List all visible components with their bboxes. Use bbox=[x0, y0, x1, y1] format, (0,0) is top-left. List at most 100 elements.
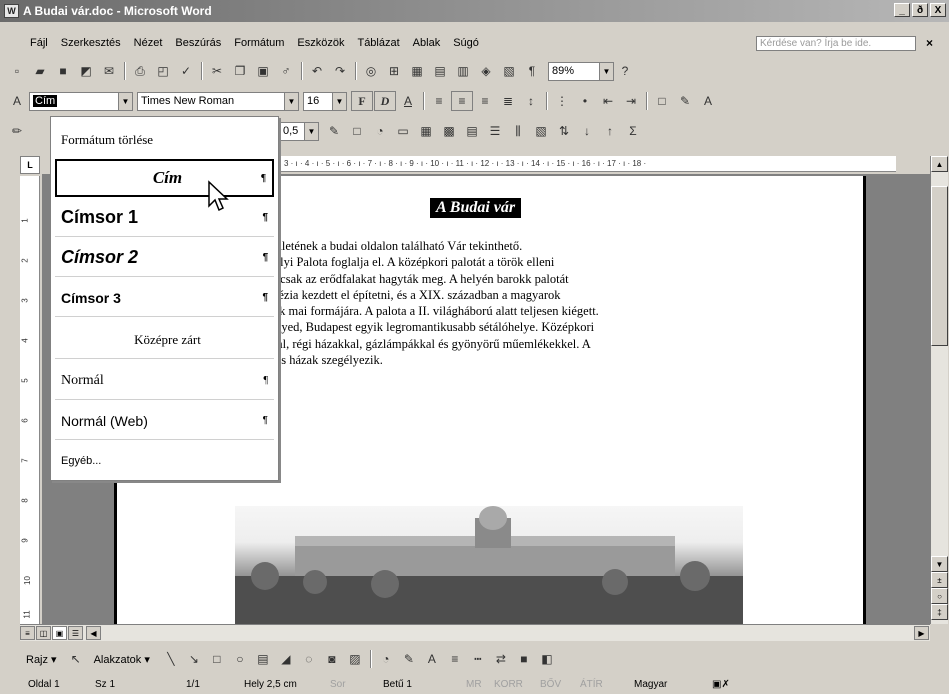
menu-help[interactable]: Súgó bbox=[453, 37, 479, 49]
sort-descending-icon[interactable]: ↑ bbox=[599, 121, 621, 141]
font-size-select[interactable]: 16 ▼ bbox=[303, 91, 347, 111]
zoom-select[interactable]: 89% ▼ bbox=[548, 61, 614, 81]
styles-pane-icon[interactable]: A bbox=[6, 91, 28, 111]
underline-button[interactable]: A bbox=[397, 91, 419, 111]
insert-picture-icon[interactable]: ▨ bbox=[344, 649, 366, 669]
normal-view-icon[interactable]: ≡ bbox=[20, 626, 35, 640]
style-item-normal[interactable]: Normál ¶ bbox=[55, 362, 274, 400]
chevron-down-icon[interactable]: ▼ bbox=[118, 92, 132, 110]
help-icon[interactable]: ? bbox=[614, 61, 636, 81]
chevron-down-icon[interactable]: ▼ bbox=[599, 62, 613, 80]
castle-photo[interactable] bbox=[235, 506, 743, 624]
insert-table-icon[interactable]: ▦ bbox=[406, 61, 428, 81]
align-cell-icon[interactable]: ▤ bbox=[461, 121, 483, 141]
menu-view[interactable]: Nézet bbox=[134, 37, 163, 49]
line-spacing-icon[interactable]: ↕ bbox=[520, 91, 542, 111]
email-icon[interactable]: ✉ bbox=[98, 61, 120, 81]
insert-table-small-icon[interactable]: ▭ bbox=[392, 121, 414, 141]
show-hide-icon[interactable]: ¶ bbox=[521, 61, 543, 81]
shadow-icon[interactable]: ■ bbox=[513, 649, 535, 669]
scroll-right-icon[interactable]: ▶ bbox=[914, 626, 929, 640]
style-select[interactable]: Cím ▼ bbox=[29, 91, 133, 111]
clip-art-icon[interactable]: ◙ bbox=[321, 649, 343, 669]
print-preview-icon[interactable]: ◰ bbox=[152, 61, 174, 81]
web-view-icon[interactable]: ◫ bbox=[36, 626, 51, 640]
document-close-icon[interactable]: × bbox=[926, 36, 933, 50]
vertical-scrollbar[interactable]: ▲ ▼ ± ○ ‡ bbox=[930, 156, 948, 624]
new-document-icon[interactable]: ▫ bbox=[6, 61, 28, 81]
outline-view-icon[interactable]: ☰ bbox=[68, 626, 83, 640]
autosum-icon[interactable]: Σ bbox=[622, 121, 644, 141]
arrow-icon[interactable]: ↘ bbox=[183, 649, 205, 669]
drawing-icon[interactable]: ◈ bbox=[475, 61, 497, 81]
border-icon[interactable]: □ bbox=[651, 91, 673, 111]
scroll-left-icon[interactable]: ◀ bbox=[86, 626, 101, 640]
sort-ascending-icon[interactable]: ↓ bbox=[576, 121, 598, 141]
text-direction-icon[interactable]: ⇅ bbox=[553, 121, 575, 141]
arrow-style-icon[interactable]: ⇄ bbox=[490, 649, 512, 669]
print-view-icon[interactable]: ▣ bbox=[52, 626, 67, 640]
menu-table[interactable]: Táblázat bbox=[357, 37, 399, 49]
outside-border-icon[interactable]: □ bbox=[346, 121, 368, 141]
border-color-icon[interactable]: ✎ bbox=[323, 121, 345, 141]
bullets-icon[interactable]: • bbox=[574, 91, 596, 111]
vertical-ruler[interactable]: 1 2 3 4 5 6 7 8 9 10 11 bbox=[20, 176, 40, 624]
body-line[interactable]: zat színes, kis házak szegélyezik. bbox=[217, 352, 862, 368]
line-style-icon[interactable]: ≡ bbox=[444, 649, 466, 669]
menu-file[interactable]: Fájl bbox=[30, 37, 48, 49]
autoshapes-button[interactable]: Alakzatok ▾ bbox=[94, 653, 150, 666]
oval-icon[interactable]: ○ bbox=[229, 649, 251, 669]
line-weight-select[interactable]: 0,5 ▼ bbox=[279, 121, 319, 141]
redo-icon[interactable]: ↷ bbox=[329, 61, 351, 81]
status-overtype[interactable]: ÁTÍR bbox=[580, 679, 603, 690]
next-page-icon[interactable]: ‡ bbox=[931, 604, 948, 620]
restore-button[interactable]: ð bbox=[912, 3, 928, 17]
permission-icon[interactable]: ◩ bbox=[75, 61, 97, 81]
columns-icon[interactable]: ▥ bbox=[452, 61, 474, 81]
word-app-icon[interactable]: W bbox=[4, 4, 19, 18]
document-body[interactable]: legszebb épületének a budai oldalon talá… bbox=[217, 238, 862, 368]
menu-insert[interactable]: Beszúrás bbox=[175, 37, 221, 49]
style-item-title[interactable]: Cím ¶ bbox=[55, 159, 274, 197]
align-left-icon[interactable]: ≡ bbox=[428, 91, 450, 111]
chevron-down-icon[interactable]: ▼ bbox=[284, 92, 298, 110]
style-item-centered[interactable]: Középre zárt bbox=[55, 321, 274, 359]
line-color-icon[interactable]: ✎ bbox=[398, 649, 420, 669]
dash-style-icon[interactable]: ┅ bbox=[467, 649, 489, 669]
cut-icon[interactable]: ✂ bbox=[206, 61, 228, 81]
minimize-button[interactable]: _ bbox=[894, 3, 910, 17]
merge-cells-icon[interactable]: ▦ bbox=[415, 121, 437, 141]
distribute-columns-icon[interactable]: ⫼ bbox=[507, 121, 529, 141]
scroll-down-icon[interactable]: ▼ bbox=[931, 556, 948, 572]
hyperlink-icon[interactable]: ◎ bbox=[360, 61, 382, 81]
menu-format[interactable]: Formátum bbox=[234, 37, 284, 49]
font-color-draw-icon[interactable]: A bbox=[421, 649, 443, 669]
chevron-down-icon[interactable]: ▼ bbox=[304, 122, 318, 140]
copy-icon[interactable]: ❐ bbox=[229, 61, 251, 81]
body-line[interactable]: részét a Királyi Palota foglalja el. A k… bbox=[217, 254, 862, 270]
body-line[interactable]: legszebb épületének a budai oldalon talá… bbox=[217, 238, 862, 254]
horizontal-scrollbar[interactable]: ≡ ◫ ▣ ☰ ◀ ▶ bbox=[20, 624, 930, 641]
body-line[interactable]: et Mária Terézia kezdett el építetni, és… bbox=[217, 287, 862, 303]
style-item-heading3[interactable]: Címsor 3 ¶ bbox=[55, 279, 274, 317]
decrease-indent-icon[interactable]: ⇤ bbox=[597, 91, 619, 111]
diagram-icon[interactable]: ◌ bbox=[298, 649, 320, 669]
scroll-thumb[interactable] bbox=[931, 186, 948, 346]
insert-excel-icon[interactable]: ▤ bbox=[429, 61, 451, 81]
font-color-icon[interactable]: A bbox=[697, 91, 719, 111]
highlight-icon[interactable]: ✎ bbox=[674, 91, 696, 111]
style-item-normal-web[interactable]: Normál (Web) ¶ bbox=[55, 402, 274, 440]
open-folder-icon[interactable]: ▰ bbox=[29, 61, 51, 81]
chevron-down-icon[interactable]: ▼ bbox=[332, 92, 346, 110]
wordart-icon[interactable]: ◢ bbox=[275, 649, 297, 669]
fill-color-icon[interactable]: ◔ bbox=[375, 649, 397, 669]
document-title[interactable]: A Budai vár bbox=[430, 198, 522, 218]
draw-table-icon[interactable]: ✏ bbox=[6, 121, 28, 141]
distribute-rows-icon[interactable]: ☰ bbox=[484, 121, 506, 141]
autoformat-icon[interactable]: ▧ bbox=[530, 121, 552, 141]
split-cells-icon[interactable]: ▩ bbox=[438, 121, 460, 141]
spelling-status-icon[interactable]: ▣✗ bbox=[712, 679, 730, 690]
align-right-icon[interactable]: ≡ bbox=[474, 91, 496, 111]
spelling-icon[interactable]: ✓ bbox=[175, 61, 197, 81]
3d-icon[interactable]: ◧ bbox=[536, 649, 558, 669]
